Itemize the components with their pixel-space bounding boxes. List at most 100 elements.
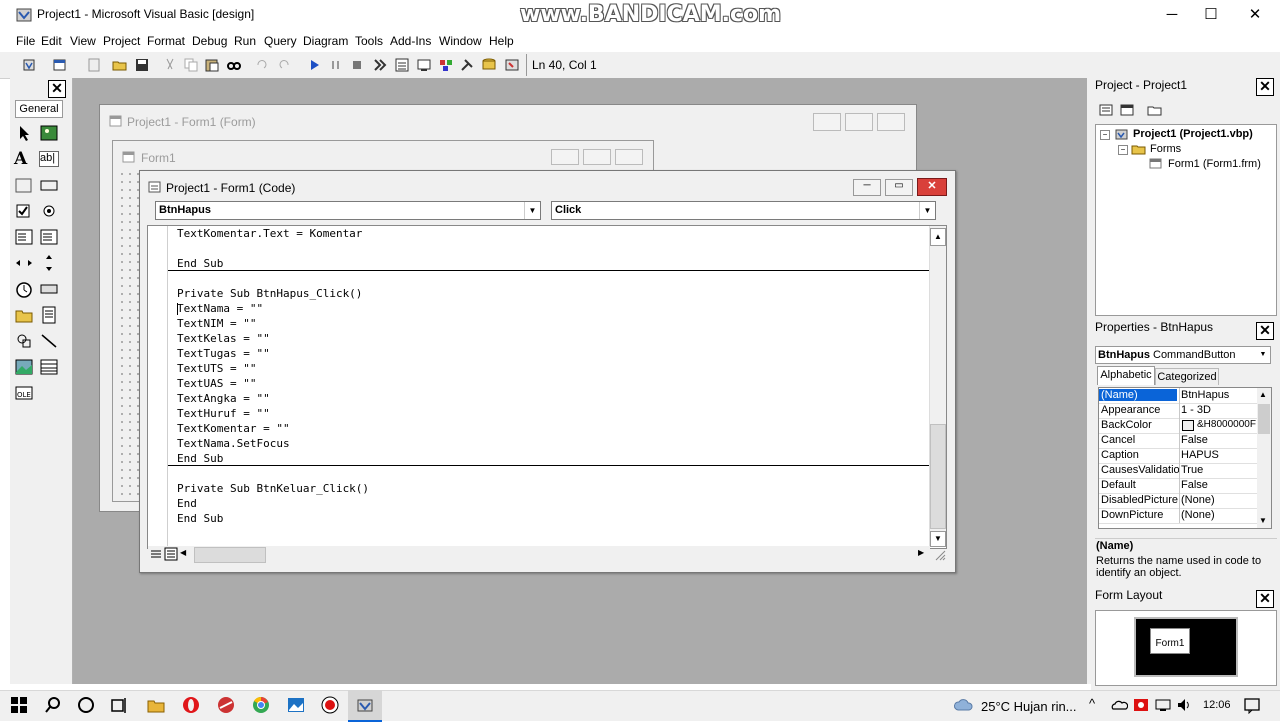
network-icon[interactable] (1154, 696, 1172, 714)
property-row[interactable]: BackColor &H8000000F (1099, 418, 1257, 434)
toggle-folders-icon[interactable] (1147, 102, 1163, 118)
property-value[interactable]: False (1181, 434, 1255, 446)
toolbox-close-icon[interactable]: ✕ (48, 80, 66, 98)
app-icon[interactable] (217, 696, 235, 714)
filelistbox-tool-icon[interactable] (39, 305, 59, 325)
resize-grip-icon[interactable] (934, 549, 946, 561)
property-value[interactable]: 1 - 3D (1181, 404, 1255, 416)
forms-folder-node[interactable]: Forms (1150, 143, 1181, 155)
scroll-down-icon[interactable]: ▼ (930, 531, 946, 547)
paste-icon[interactable] (204, 57, 220, 73)
properties-close-icon[interactable]: ✕ (1256, 322, 1274, 340)
code-line[interactable]: TextTugas = "" (177, 347, 270, 360)
form1-maximize[interactable] (583, 149, 611, 165)
chevron-down-icon[interactable]: ▼ (919, 202, 935, 219)
property-row[interactable]: Caption HAPUS (1099, 448, 1257, 464)
picturebox-tool-icon[interactable] (39, 123, 59, 143)
windows-start-icon[interactable] (10, 696, 28, 714)
menu-tools[interactable]: Tools (355, 34, 383, 48)
textbox-tool-icon[interactable]: ab| (39, 151, 59, 167)
menu-editor-icon[interactable] (86, 57, 102, 73)
redo-icon[interactable] (276, 57, 292, 73)
form-layout-close-icon[interactable]: ✕ (1256, 590, 1274, 608)
property-value[interactable]: HAPUS (1181, 449, 1255, 461)
onedrive-icon[interactable] (1110, 696, 1128, 714)
code-margin[interactable] (148, 226, 168, 546)
break-icon[interactable] (328, 57, 344, 73)
opera-icon[interactable] (182, 696, 200, 714)
weather-text[interactable]: 25°C Hujan rin... (981, 699, 1077, 714)
chevron-down-icon[interactable]: ▼ (524, 202, 540, 219)
property-value[interactable]: True (1181, 464, 1255, 476)
component-manager-icon[interactable] (504, 57, 520, 73)
checkbox-tool-icon[interactable] (14, 201, 34, 221)
scroll-left-icon[interactable]: ◀ (180, 548, 186, 557)
drivelistbox-tool-icon[interactable] (39, 279, 59, 299)
code-line[interactable]: TextUTS = "" (177, 362, 256, 375)
listbox-tool-icon[interactable] (39, 227, 59, 247)
data-tool-icon[interactable] (39, 357, 59, 377)
form-layout-icon[interactable] (416, 57, 432, 73)
property-row[interactable]: Cancel False (1099, 433, 1257, 449)
save-icon[interactable] (134, 57, 150, 73)
code-maximize-button[interactable]: ▭ (885, 179, 913, 196)
code-line[interactable]: TextKomentar = "" (177, 422, 290, 435)
maximize-button[interactable]: ☐ (1188, 0, 1234, 30)
property-row[interactable]: DownPicture (None) (1099, 508, 1257, 524)
procedure-combo[interactable]: Click ▼ (551, 201, 936, 220)
code-line[interactable]: End Sub (177, 257, 223, 270)
code-line[interactable]: End (177, 497, 197, 510)
tree-collapse-icon[interactable]: − (1100, 130, 1110, 140)
code-line[interactable]: TextKelas = "" (177, 332, 270, 345)
object-combo[interactable]: BtnHapus ▼ (155, 201, 541, 220)
code-line[interactable]: TextNama.SetFocus (177, 437, 290, 450)
close-button[interactable]: ✕ (1232, 0, 1278, 30)
combobox-tool-icon[interactable] (14, 227, 34, 247)
menu-run[interactable]: Run (234, 34, 256, 48)
photos-icon[interactable] (287, 696, 305, 714)
code-line[interactable]: TextUAS = "" (177, 377, 256, 390)
search-icon[interactable] (44, 696, 62, 714)
procedure-view-icon[interactable] (149, 547, 163, 561)
tree-collapse-icon[interactable]: − (1118, 145, 1128, 155)
menu-view[interactable]: View (70, 34, 96, 48)
scroll-up-icon[interactable]: ▲ (930, 228, 946, 246)
start-icon[interactable] (307, 57, 323, 73)
weather-cloud-icon[interactable] (953, 696, 975, 714)
undo-icon[interactable] (254, 57, 270, 73)
code-line[interactable]: TextAngka = "" (177, 392, 270, 405)
cortana-icon[interactable] (77, 696, 95, 714)
form-window-vscroll[interactable] (893, 134, 907, 170)
form1-layout-position[interactable]: Form1 (1150, 628, 1190, 654)
notifications-icon[interactable] (1243, 696, 1261, 714)
hscroll-thumb[interactable] (194, 547, 266, 563)
copy-icon[interactable] (183, 57, 199, 73)
open-icon[interactable] (112, 57, 128, 73)
dirlistbox-tool-icon[interactable] (14, 305, 34, 325)
hscrollbar-tool-icon[interactable] (14, 253, 34, 273)
form-window-close[interactable] (877, 113, 905, 131)
scroll-up-icon[interactable]: ▲ (1259, 390, 1267, 399)
menu-debug[interactable]: Debug (192, 34, 227, 48)
property-row[interactable]: (Name) BtnHapus (1099, 388, 1257, 404)
properties-window-icon[interactable] (394, 57, 410, 73)
view-object-icon[interactable] (1119, 102, 1135, 118)
property-row[interactable]: Default False (1099, 478, 1257, 494)
volume-icon[interactable] (1176, 696, 1194, 714)
shape-tool-icon[interactable] (14, 331, 34, 351)
form-window-maximize[interactable] (845, 113, 873, 131)
properties-object-combo[interactable]: BtnHapus CommandButton ▼ (1095, 346, 1271, 364)
property-value[interactable]: BtnHapus (1181, 389, 1255, 401)
file-explorer-icon[interactable] (147, 696, 165, 714)
form-window-minimize[interactable] (813, 113, 841, 131)
code-line[interactable]: TextHuruf = "" (177, 407, 270, 420)
add-form-icon[interactable] (52, 57, 68, 73)
menu-file[interactable]: File (16, 34, 35, 48)
tab-alphabetic[interactable]: Alphabetic (1097, 366, 1155, 385)
code-line[interactable]: TextKomentar.Text = Komentar (177, 227, 362, 240)
property-value[interactable]: (None) (1181, 494, 1255, 506)
menu-format[interactable]: Format (147, 34, 185, 48)
data-view-icon[interactable] (481, 57, 497, 73)
property-row[interactable]: DisabledPicture (None) (1099, 493, 1257, 509)
code-close-button[interactable]: ✕ (917, 178, 947, 196)
